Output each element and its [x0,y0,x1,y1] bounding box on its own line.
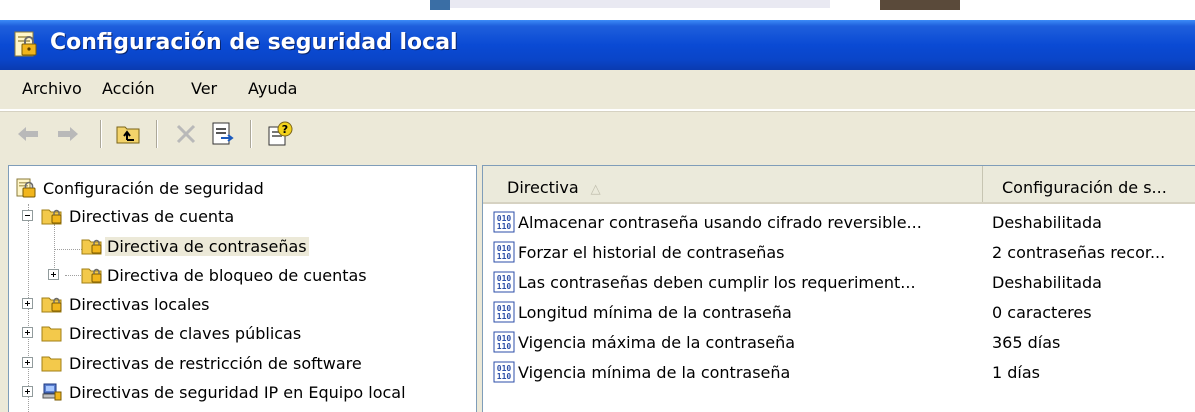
background-window-fragment [450,0,830,8]
policy-setting-icon: 010 110 [493,241,515,263]
tree-item-label: Directivas de seguridad IP en Equipo loc… [69,383,406,402]
expand-toggle[interactable] [22,327,33,338]
policy-setting-icon: 010 110 [493,271,515,293]
sort-ascending-icon: △ [590,182,601,197]
svg-text:110: 110 [497,282,512,291]
policy-name: Almacenar contraseña usando cifrado reve… [518,213,922,232]
expand-toggle[interactable] [48,269,59,280]
details-pane[interactable]: Directiva △ Configuración de s... 010 110… [482,165,1195,412]
policy-value: 0 caracteres [992,303,1092,322]
export-list-icon[interactable] [208,120,236,148]
toolbar: ? [0,111,1195,155]
policy-name: Vigencia máxima de la contraseña [518,333,796,352]
list-item[interactable]: 010 110 Las contraseñas deben cumplir lo… [483,268,1195,298]
tree-pane[interactable]: Configuración de seguridad Directivas de… [8,165,477,412]
menu-archivo[interactable]: Archivo [22,79,82,98]
menu-ayuda[interactable]: Ayuda [248,79,297,98]
policy-name: Forzar el historial de contraseñas [518,243,785,262]
toolbar-separator [100,120,102,148]
column-header-label: Directiva [507,178,579,197]
back-arrow-icon[interactable] [14,120,42,148]
svg-text:110: 110 [497,372,512,381]
folder-icon [41,356,62,372]
tree-item-label: Directiva de contraseñas [105,237,309,256]
expand-toggle[interactable] [22,357,33,368]
folder-lock-icon [41,209,62,225]
policy-name: Las contraseñas deben cumplir los requer… [518,273,916,292]
policy-value: Deshabilitada [992,213,1102,232]
tree-connector [54,249,84,250]
policy-setting-icon: 010 110 [493,211,515,233]
folder-lock-icon [41,297,62,313]
policy-setting-icon: 010 110 [493,361,515,383]
svg-text:?: ? [282,123,288,136]
policy-setting-icon: 010 110 [493,301,515,323]
toolbar-separator [156,120,158,148]
security-settings-icon [14,31,37,57]
policy-value: 1 días [992,363,1041,382]
column-header-label: Configuración de s... [1002,178,1167,197]
policy-name: Vigencia mínima de la contraseña [518,363,791,382]
tree-item-label: Directiva de bloqueo de cuentas [107,266,367,285]
folder-icon [41,326,62,342]
column-header-directiva[interactable]: Directiva △ [483,166,983,202]
list-header: Directiva △ Configuración de s... [483,166,1195,204]
toolbar-separator [250,120,252,148]
folder-lock-icon [81,268,102,284]
policy-setting-icon: 010 110 [493,331,515,353]
tree-item-label: Directivas locales [69,295,210,314]
expand-toggle[interactable] [22,386,33,397]
tree-item-label: Directivas de cuenta [69,207,235,226]
menu-bar: Archivo Acción Ver Ayuda [0,70,1195,110]
folder-lock-icon [81,239,102,255]
ip-security-icon [42,383,62,401]
background-window-fragment [430,0,450,10]
tree-connector [65,275,81,276]
policy-value: 2 contraseñas recor... [992,243,1166,262]
background-window-fragment [880,0,960,10]
tree-item-label: Directivas de restricción de software [69,354,362,373]
up-one-level-icon[interactable] [114,120,142,148]
svg-text:110: 110 [497,252,512,261]
menu-ver[interactable]: Ver [191,79,217,98]
window-title-bar[interactable]: Configuración de seguridad local [0,20,1195,70]
desktop-background [0,0,1195,20]
delete-icon[interactable] [172,120,200,148]
console-panes: Configuración de seguridad Directivas de… [0,155,1195,412]
menu-accion[interactable]: Acción [102,79,155,98]
tree-item-label: Directivas de claves públicas [69,324,302,343]
tree-item-label: Configuración de seguridad [43,179,264,198]
svg-text:110: 110 [497,312,512,321]
window-title: Configuración de seguridad local [50,30,458,55]
collapse-toggle[interactable] [22,210,33,221]
security-settings-icon [16,178,36,198]
svg-text:110: 110 [497,342,512,351]
column-header-configuracion[interactable]: Configuración de s... [984,166,1195,202]
list-item[interactable]: 010 110 Longitud mínima de la contraseña… [483,298,1195,328]
policy-name: Longitud mínima de la contraseña [518,303,792,322]
forward-arrow-icon[interactable] [54,120,82,148]
policy-value: Deshabilitada [992,273,1102,292]
list-item[interactable]: 010 110 Vigencia mínima de la contraseña… [483,358,1195,388]
list-item[interactable]: 010 110 Forzar el historial de contraseñ… [483,238,1195,268]
list-item[interactable]: 010 110 Vigencia máxima de la contraseña… [483,328,1195,358]
policy-value: 365 días [992,333,1061,352]
help-icon[interactable]: ? [266,120,294,148]
svg-text:110: 110 [497,222,512,231]
expand-toggle[interactable] [22,298,33,309]
list-item[interactable]: 010 110 Almacenar contraseña usando cifr… [483,208,1195,238]
